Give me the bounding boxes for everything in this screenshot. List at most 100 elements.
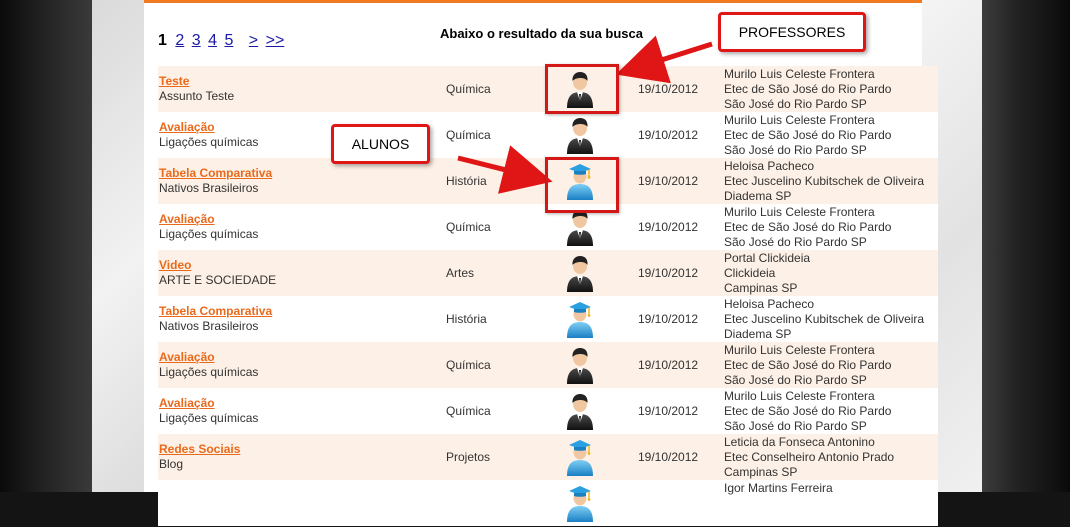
result-subtitle: Nativos Brasileiros xyxy=(159,181,259,195)
result-author: Heloisa Pacheco Etec Juscelino Kubitsche… xyxy=(724,159,924,204)
result-title-link[interactable]: Avaliação xyxy=(159,212,258,227)
result-subject: Química xyxy=(446,220,491,234)
result-date: 19/10/2012 xyxy=(638,312,699,326)
teacher-icon xyxy=(558,254,602,292)
result-title-cell: Teste Assunto Teste xyxy=(159,74,234,104)
result-date: 19/10/2012 xyxy=(638,82,699,96)
result-title-link[interactable]: Video xyxy=(159,258,276,273)
result-date: 19/10/2012 xyxy=(638,128,699,142)
table-row: Tabela Comparativa Nativos Brasileiros H… xyxy=(158,296,938,342)
result-date: 19/10/2012 xyxy=(638,220,699,234)
result-author: Murilo Luis Celeste Frontera Etec de São… xyxy=(724,389,891,434)
result-subject: Artes xyxy=(446,266,475,280)
author-name: Murilo Luis Celeste Frontera xyxy=(724,343,875,357)
teacher-icon xyxy=(558,208,602,246)
pagination-last[interactable]: >> xyxy=(266,32,285,49)
author-school: Etec Juscelino Kubitschek de Oliveira xyxy=(724,174,925,188)
result-title-cell: Tabela Comparativa Nativos Brasileiros xyxy=(159,166,272,196)
pagination-page-4[interactable]: 4 xyxy=(208,32,217,49)
result-subtitle: Ligações químicas xyxy=(159,227,259,241)
pagination-page-3[interactable]: 3 xyxy=(192,32,201,49)
result-title-link[interactable]: Teste xyxy=(159,74,234,89)
result-subtitle: Blog xyxy=(159,457,184,471)
result-title-cell: Tabela Comparativa Nativos Brasileiros xyxy=(159,304,272,334)
result-title-link[interactable]: Tabela Comparativa xyxy=(159,304,272,319)
author-name: Murilo Luis Celeste Frontera xyxy=(724,205,875,219)
result-author: Murilo Luis Celeste Frontera Etec de São… xyxy=(724,67,891,112)
author-city: São José do Rio Pardo SP xyxy=(724,97,867,111)
author-city: São José do Rio Pardo SP xyxy=(724,143,867,157)
result-subtitle: Ligações químicas xyxy=(159,365,259,379)
result-subject: Química xyxy=(446,128,491,142)
result-subject: Química xyxy=(446,358,491,372)
alunos-callout: ALUNOS xyxy=(331,124,430,164)
result-title-link[interactable]: Avaliação xyxy=(159,396,258,411)
result-date: 19/10/2012 xyxy=(638,266,699,280)
result-subtitle: Nativos Brasileiros xyxy=(159,319,259,333)
result-title-link[interactable]: Redes Sociais xyxy=(159,442,240,457)
author-name: Murilo Luis Celeste Frontera xyxy=(724,113,875,127)
author-city: Campinas SP xyxy=(724,281,798,295)
table-row: Igor Martins Ferreira xyxy=(158,480,938,526)
result-title-cell: Redes Sociais Blog xyxy=(159,442,240,472)
professores-callout: PROFESSORES xyxy=(718,12,866,52)
result-title-cell: Avaliação Ligações químicas xyxy=(159,120,258,150)
author-name: Heloisa Pacheco xyxy=(724,297,815,311)
result-title-link[interactable]: Avaliação xyxy=(159,120,258,135)
result-subtitle: Ligações químicas xyxy=(159,411,259,425)
pagination-page-5[interactable]: 5 xyxy=(224,32,233,49)
table-row: Video ARTE E SOCIEDADE Artes 19/10/2012 … xyxy=(158,250,938,296)
pagination-next[interactable]: > xyxy=(249,32,258,49)
result-subject: Química xyxy=(446,404,491,418)
author-name: Heloisa Pacheco xyxy=(724,159,815,173)
result-date: 19/10/2012 xyxy=(638,450,699,464)
result-title-cell: Avaliação Ligações químicas xyxy=(159,212,258,242)
result-title-cell: Avaliação Ligações químicas xyxy=(159,396,258,426)
result-subject: História xyxy=(446,174,487,188)
author-city: São José do Rio Pardo SP xyxy=(724,235,867,249)
teacher-icon xyxy=(558,346,602,384)
author-school: Etec de São José do Rio Pardo xyxy=(724,404,892,418)
result-subtitle: Assunto Teste xyxy=(159,89,235,103)
result-date: 19/10/2012 xyxy=(638,174,699,188)
student-icon xyxy=(558,300,602,338)
result-author: Murilo Luis Celeste Frontera Etec de São… xyxy=(724,343,891,388)
result-title-link[interactable]: Tabela Comparativa xyxy=(159,166,272,181)
result-date: 19/10/2012 xyxy=(638,358,699,372)
author-school: Clickideia xyxy=(724,266,776,280)
result-date: 19/10/2012 xyxy=(638,404,699,418)
pagination: 1 2 3 4 5 > >> xyxy=(158,32,287,50)
result-author: Murilo Luis Celeste Frontera Etec de São… xyxy=(724,113,891,158)
professor-icon-highlight xyxy=(545,64,619,114)
student-icon xyxy=(558,438,602,476)
author-city: São José do Rio Pardo SP xyxy=(724,373,867,387)
results-table: Teste Assunto Teste Química 19/10/2012 M… xyxy=(158,66,938,526)
author-name: Murilo Luis Celeste Frontera xyxy=(724,67,875,81)
author-name: Leticia da Fonseca Antonino xyxy=(724,435,875,449)
table-row: Avaliação Ligações químicas Química 19/1… xyxy=(158,388,938,434)
author-city: Diadema SP xyxy=(724,327,792,341)
student-icon-highlight xyxy=(545,157,619,213)
screen-frame-right xyxy=(982,0,1070,492)
screen-frame-left xyxy=(0,0,92,492)
result-author: Heloisa Pacheco Etec Juscelino Kubitsche… xyxy=(724,297,924,342)
teacher-icon xyxy=(558,392,602,430)
table-row: Avaliação Ligações químicas Química 19/1… xyxy=(158,112,938,158)
table-row: Redes Sociais Blog Projetos 19/10/2012 L… xyxy=(158,434,938,480)
author-city: São José do Rio Pardo SP xyxy=(724,419,867,433)
pagination-page-2[interactable]: 2 xyxy=(175,32,184,49)
author-school: Etec de São José do Rio Pardo xyxy=(724,220,892,234)
author-name: Igor Martins Ferreira xyxy=(724,481,833,495)
author-name: Murilo Luis Celeste Frontera xyxy=(724,389,875,403)
author-school: Etec Juscelino Kubitschek de Oliveira xyxy=(724,312,925,326)
results-heading: Abaixo o resultado da sua busca xyxy=(440,26,643,41)
teacher-icon xyxy=(558,116,602,154)
result-subject: História xyxy=(446,312,487,326)
author-school: Etec de São José do Rio Pardo xyxy=(724,128,892,142)
result-author: Portal Clickideia Clickideia Campinas SP xyxy=(724,251,810,296)
author-school: Etec Conselheiro Antonio Prado xyxy=(724,450,895,464)
result-author: Leticia da Fonseca Antonino Etec Conselh… xyxy=(724,435,894,480)
table-row: Avaliação Ligações químicas Química 19/1… xyxy=(158,342,938,388)
result-title-link[interactable]: Avaliação xyxy=(159,350,258,365)
student-icon xyxy=(558,484,602,522)
